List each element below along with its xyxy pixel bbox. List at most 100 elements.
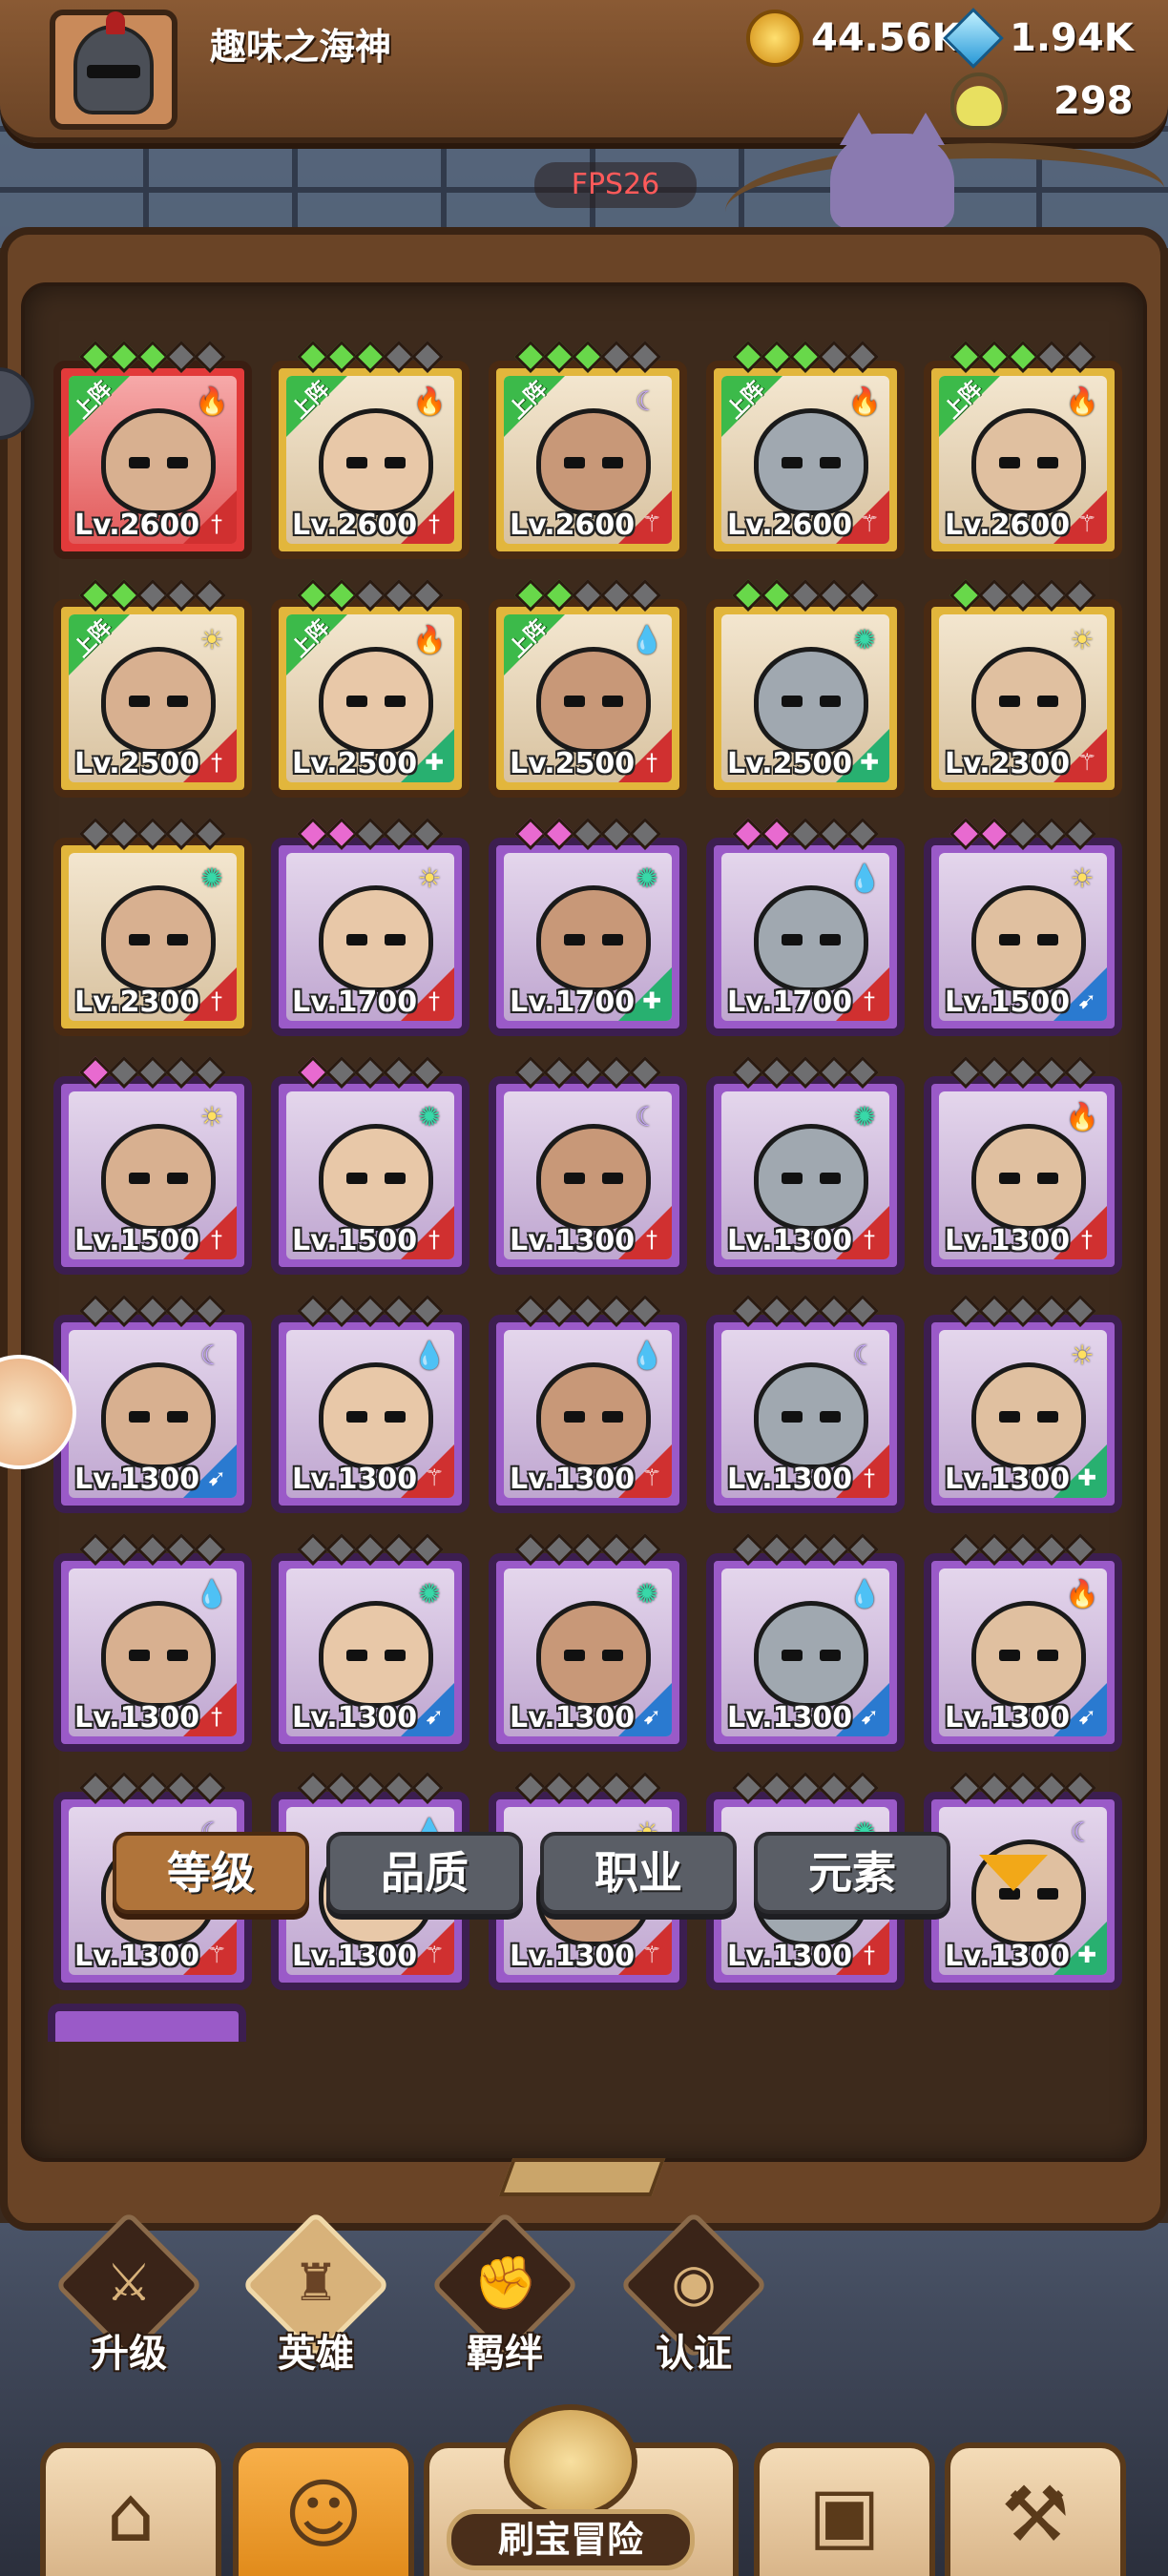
potion-counter[interactable]: 298 [950,71,1134,132]
knight-helmet-icon [73,11,154,114]
hero-card[interactable]: † ☀ 上阵 Lv.2500 [53,579,252,798]
hero-card[interactable]: ⚚ ☀ Lv.2300 [924,579,1122,798]
hero-card[interactable]: † ☀ Lv.1500 [53,1056,252,1275]
hero-card[interactable]: ➹ ☾ Lv.1300 [53,1295,252,1513]
ranged-class-icon: ➹ [641,1703,662,1730]
filter-dropdown-arrow-icon[interactable] [979,1855,1048,1891]
hero-card[interactable]: ⚚ 🔥 上阵 Lv.2600 [706,341,905,559]
hero-card[interactable]: ⚚ ☾ 上阵 Lv.2600 [489,341,687,559]
hero-portrait: ➹ 💧 Lv.1300 [721,1568,889,1736]
hero-card[interactable]: ⚚ 💧 Lv.1300 [271,1295,469,1513]
player-avatar[interactable] [50,10,177,130]
melee-class-icon: † [864,987,875,1014]
hero-card[interactable]: † ☾ Lv.1300 [706,1295,905,1513]
hero-level: Lv.1700 [727,986,853,1019]
star-diamond-icon [1064,1056,1096,1089]
hero-card[interactable]: ➹ ☀ Lv.1500 [924,818,1122,1036]
hero-card[interactable]: ✚ ☀ Lv.1300 [924,1295,1122,1513]
hero-level: Lv.1300 [727,1463,853,1496]
hero-card[interactable]: † 🔥 Lv.1300 [924,1056,1122,1275]
hero-level: Lv.1300 [292,1701,418,1735]
hero-portrait: ⚚ 💧 Lv.1300 [286,1330,454,1498]
adventure-label: 刷宝冒险 [447,2509,695,2570]
hero-card[interactable]: † ☾ Lv.1300 [489,1056,687,1275]
star-diamond-icon [949,579,982,612]
filter-element-button[interactable]: 元素 [754,1832,950,1914]
moon-element-icon: ☾ [635,384,659,417]
hero-card[interactable]: † 💧 Lv.1300 [53,1533,252,1752]
subnav-upgrade[interactable]: ⚔ 升级 [38,2211,203,2376]
hero-card[interactable]: † 🔥 上阵 Lv.2600 [53,341,252,559]
hero-card[interactable]: ⚚ 🔥 上阵 Lv.2600 [924,341,1122,559]
star-diamond-icon [411,341,444,373]
sun-element-icon: ☀ [417,862,442,894]
gem-counter[interactable]: 1.94K [943,8,1134,69]
nav-backpack[interactable]: ▣ [754,2442,935,2576]
hero-card[interactable]: ➹ ✺ Lv.1300 [271,1533,469,1752]
hero-card[interactable]: † ☀ Lv.1700 [271,818,469,1036]
adventure-button[interactable]: 刷宝冒险 [447,2404,695,2576]
hero-icon: ♜ [292,2253,340,2313]
star-diamond-icon [383,818,415,850]
melee-class-icon: † [864,1465,875,1491]
hero-portrait: ➹ ☾ Lv.1300 [69,1330,237,1498]
hero-card[interactable]: † 💧 上阵 Lv.2500 [489,579,687,798]
hero-card[interactable]: ➹ ✺ Lv.1300 [489,1533,687,1752]
star-rank [279,818,462,851]
hero-card[interactable]: † 💧 Lv.1700 [706,818,905,1036]
filter-level-button[interactable]: 等级 [113,1832,309,1914]
hero-level: Lv.1300 [945,1701,1071,1735]
nav-shop[interactable]: ⌂ [40,2442,221,2576]
hero-level: Lv.1700 [292,986,418,1019]
gold-counter[interactable]: 44.56K [746,8,962,69]
hero-portrait: † ✺ Lv.2300 [69,853,237,1021]
hero-card[interactable]: ➹ 🔥 Lv.1300 [924,1533,1122,1752]
subnav-heroes[interactable]: ♜ 英雄 [225,2211,390,2376]
hero-level: Lv.2600 [727,509,853,542]
hero-card[interactable]: † ✺ Lv.2300 [53,818,252,1036]
filter-quality-button[interactable]: 品质 [326,1832,523,1914]
wind-element-icon: ✺ [853,623,876,655]
star-diamond-icon [761,1056,793,1089]
hero-card[interactable]: ⚚ 💧 Lv.1300 [489,1295,687,1513]
hero-card-partial[interactable] [48,2004,246,2042]
star-diamond-icon [325,579,358,612]
tank-class-icon: ✚ [424,749,445,776]
hero-grid-scroll[interactable]: † 🔥 上阵 Lv.2600 † 🔥 上阵 Lv.2600 ⚚ ☾ 上阵 Lv.2600 ⚚ 🔥 上阵 Lv.… [53,340,1132,2047]
star-rank [61,1056,244,1090]
melee-class-icon: † [864,1942,875,1968]
hero-level: Lv.2500 [292,747,418,780]
gold-coin-icon [746,10,803,67]
hero-card[interactable]: † ✺ Lv.1500 [271,1056,469,1275]
star-diamond-icon [165,1772,198,1804]
hero-portrait: ➹ 🔥 Lv.1300 [939,1568,1107,1736]
subnav-heroes-label: 英雄 [278,2332,354,2376]
star-diamond-icon [629,579,661,612]
hero-level: Lv.1300 [74,1463,200,1496]
star-diamond-icon [543,579,575,612]
hero-card[interactable]: ➹ 💧 Lv.1300 [706,1533,905,1752]
star-diamond-icon [136,1533,169,1566]
filter-class-button[interactable]: 职业 [540,1832,737,1914]
star-diamond-icon [108,818,140,850]
star-diamond-icon [165,1056,198,1089]
star-diamond-icon [79,1056,112,1089]
star-diamond-icon [818,818,850,850]
hero-card[interactable]: † ✺ Lv.1300 [706,1056,905,1275]
hero-level: Lv.2600 [945,509,1071,542]
star-diamond-icon [383,1056,415,1089]
hero-card[interactable]: ✚ ✺ Lv.2500 [706,579,905,798]
hero-card[interactable]: † 🔥 上阵 Lv.2600 [271,341,469,559]
eye-icon: ◉ [671,2253,717,2313]
hero-card[interactable]: ✚ 🔥 上阵 Lv.2500 [271,579,469,798]
hero-level: Lv.1300 [510,1224,636,1257]
hero-card[interactable]: ✚ ✺ Lv.1700 [489,818,687,1036]
star-diamond-icon [108,1295,140,1327]
star-diamond-icon [572,1295,604,1327]
nav-heroes[interactable]: ☺ [233,2442,414,2576]
mage-class-icon: ⚚ [1076,510,1097,537]
nav-forge[interactable]: ⚒ [945,2442,1126,2576]
ranged-class-icon: ➹ [1076,987,1097,1014]
subnav-certify[interactable]: ◉ 认证 [603,2211,768,2376]
subnav-bonds[interactable]: ✊ 羁绊 [414,2211,579,2376]
